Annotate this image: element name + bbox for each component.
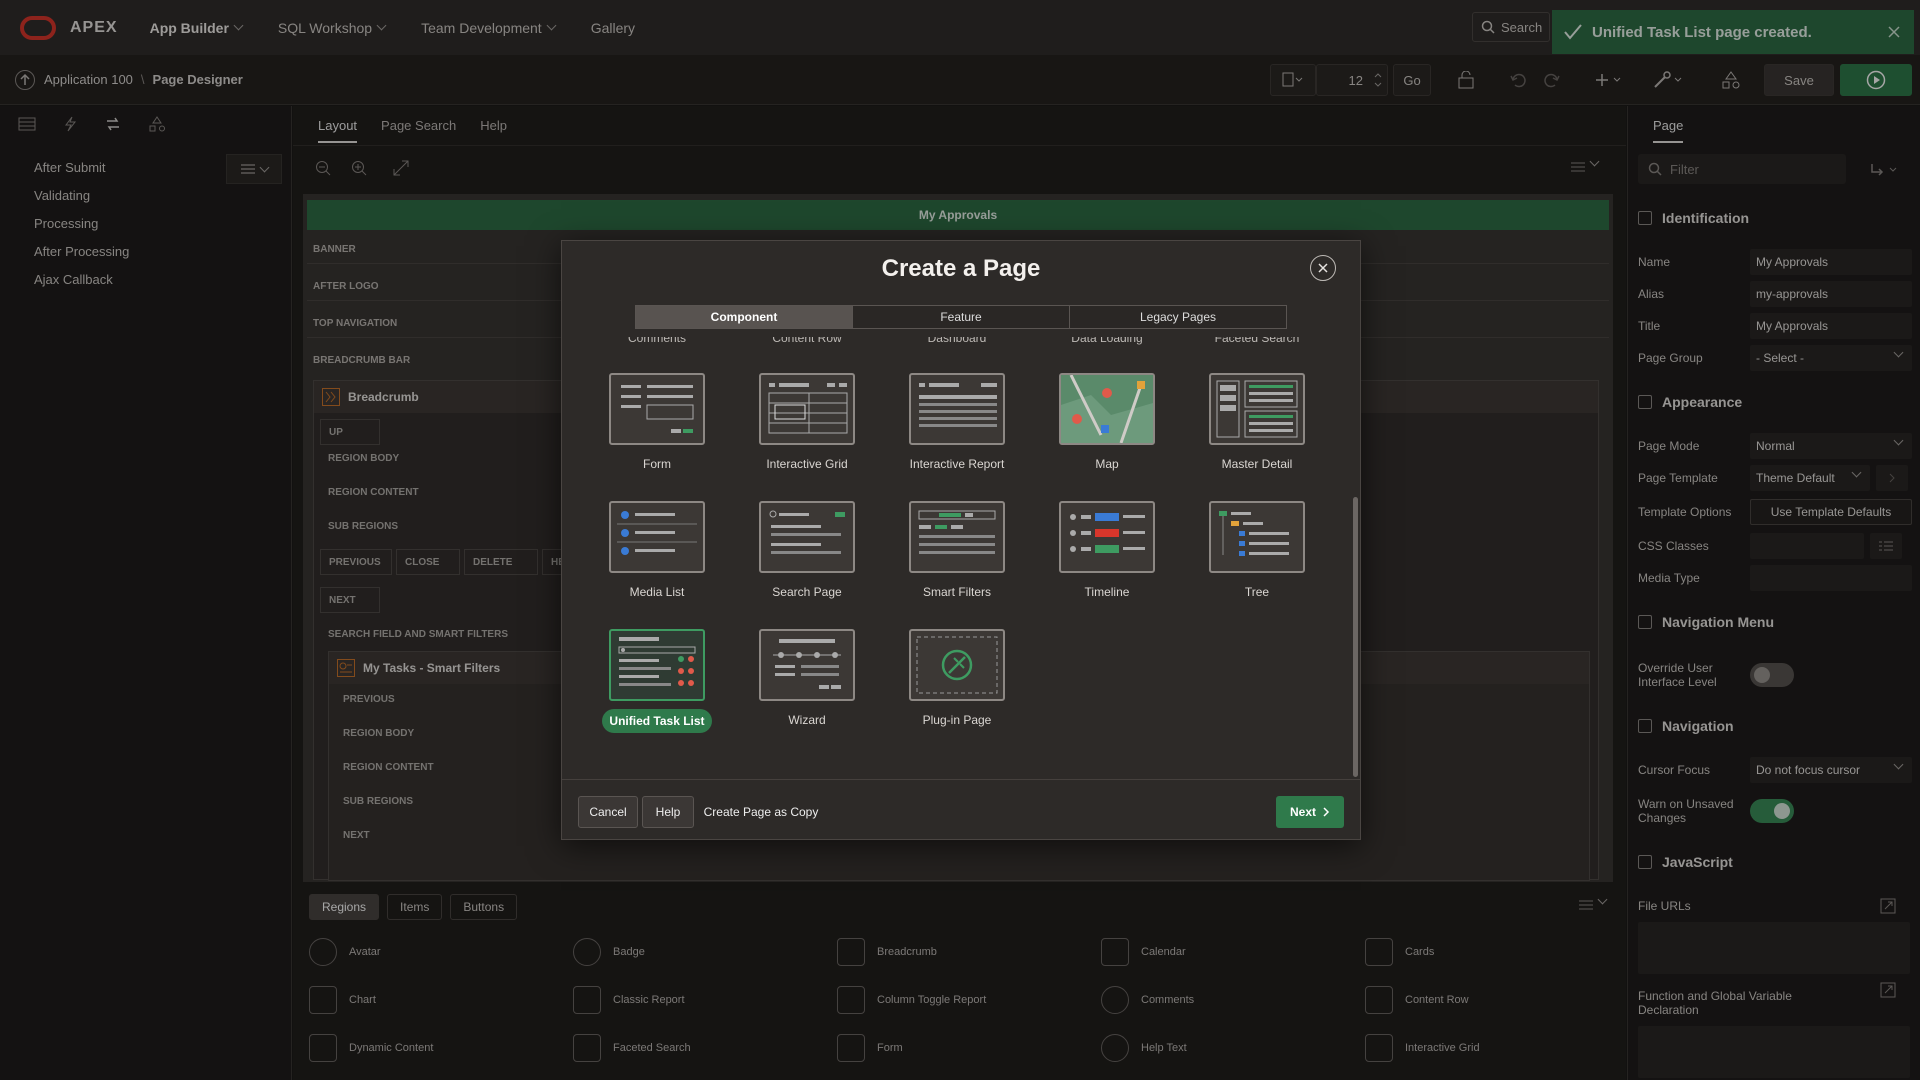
tile-label-faceted-search[interactable]: Faceted Search [1182,337,1332,345]
tile-interactive-report[interactable]: Interactive Report [882,373,1032,493]
cancel-button[interactable]: Cancel [578,796,638,828]
segment-component[interactable]: Component [636,306,853,328]
tile-interactive-grid[interactable]: Interactive Grid [732,373,882,493]
tile-label: Form [643,457,671,471]
tree-thumbnail-icon [1209,501,1305,573]
tile-label-selected: Unified Task List [602,709,712,733]
close-icon [1318,263,1328,273]
tile-label-content-row[interactable]: Content Row [732,337,882,345]
dialog-footer: Cancel Help Create Page as Copy Next [562,779,1360,841]
help-button[interactable]: Help [642,796,694,828]
tile-label: Search Page [772,585,842,599]
smart-filters-thumbnail-icon [909,501,1005,573]
close-dialog-button[interactable] [1310,255,1336,281]
tile-tree[interactable]: Tree [1182,501,1332,621]
tile-label: Interactive Report [909,457,1005,471]
interactive-grid-thumbnail-icon [759,373,855,445]
tile-label-data-loading[interactable]: Data Loading [1032,337,1182,345]
segment-feature[interactable]: Feature [853,306,1070,328]
tile-label-dashboard[interactable]: Dashboard [882,337,1032,345]
search-page-thumbnail-icon [759,501,855,573]
segment-legacy-pages[interactable]: Legacy Pages [1070,306,1286,328]
interactive-report-thumbnail-icon [909,373,1005,445]
tile-label: Master Detail [1221,457,1293,471]
tile-label: Tree [1244,585,1270,599]
page-type-grid: Comments Content Row Dashboard Data Load… [562,337,1352,779]
media-list-thumbnail-icon [609,501,705,573]
tile-label: Timeline [1084,585,1130,599]
plug-in-thumbnail-icon [909,629,1005,701]
master-detail-thumbnail-icon [1209,373,1305,445]
tile-master-detail[interactable]: Master Detail [1182,373,1332,493]
chevron-right-icon [1323,807,1330,817]
tile-wizard[interactable]: Wizard [732,629,882,749]
create-page-dialog: Create a Page Component Feature Legacy P… [561,240,1361,840]
tile-timeline[interactable]: Timeline [1032,501,1182,621]
tile-media-list[interactable]: Media List [582,501,732,621]
map-thumbnail-icon [1059,373,1155,445]
next-button[interactable]: Next [1276,796,1344,828]
tile-smart-filters[interactable]: Smart Filters [882,501,1032,621]
page-type-segments: Component Feature Legacy Pages [635,305,1287,329]
create-page-as-copy-button[interactable]: Create Page as Copy [698,796,824,828]
tile-map[interactable]: Map [1032,373,1182,493]
tile-label: Interactive Grid [766,457,848,471]
tile-label: Media List [629,585,685,599]
tile-form[interactable]: Form [582,373,732,493]
tile-label: Map [1095,457,1119,471]
tile-label-comments[interactable]: Comments [582,337,732,345]
tile-unified-task-list[interactable]: Unified Task List [582,629,732,749]
tile-label: Smart Filters [922,585,991,599]
form-thumbnail-icon [609,373,705,445]
next-label: Next [1289,805,1316,819]
timeline-thumbnail-icon [1059,501,1155,573]
dialog-title: Create a Page [881,255,1041,282]
tile-plug-in-page[interactable]: Plug-in Page [882,629,1032,749]
tile-label: Plug-in Page [922,713,992,727]
wizard-thumbnail-icon [759,629,855,701]
tile-search-page[interactable]: Search Page [732,501,882,621]
unified-task-list-thumbnail-icon [609,629,705,701]
tile-label: Wizard [788,713,826,727]
dialog-scrollbar[interactable] [1353,497,1358,777]
